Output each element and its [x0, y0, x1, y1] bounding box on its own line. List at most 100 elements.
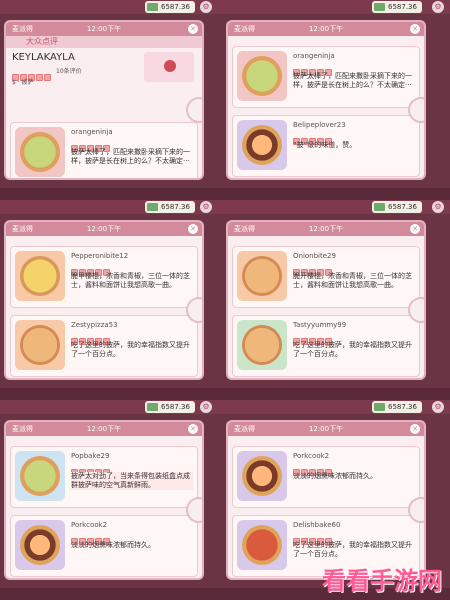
reviewer-name: Tastyyummy99 [293, 321, 347, 329]
top-status-bar: 6587.36 ⚙ 6587.36 ⚙ [0, 200, 450, 214]
reviewer-name: Pepperonibite12 [71, 252, 129, 260]
reviewer-name: Onionbite29 [293, 252, 336, 260]
review-text: 披萨太棒了，匹配来撒卧采摘下来的一样，披萨是长在树上的么？不太确定··· [71, 148, 190, 165]
settings-icon[interactable]: ⚙ [200, 201, 212, 213]
pizza-icon [20, 256, 60, 296]
pizza-thumbnail [15, 451, 65, 501]
reviewer-name: orangeninja [293, 52, 335, 60]
panel-header: 麦派得 12:00下午 ✕ [6, 222, 202, 236]
reviewer-name: orangeninja [71, 128, 113, 136]
pizza-thumbnail [237, 251, 287, 301]
money-display: 6587.36 [372, 401, 422, 413]
reviewer-name: Zestypizza53 [71, 321, 118, 329]
cash-icon [374, 403, 385, 411]
money-display: 6587.36 [372, 201, 422, 213]
review-text: 吃了这里的披萨，我的幸福指数又提升了一个百分点。 [293, 541, 412, 558]
review-card[interactable]: Porkcook2 淡淡的烟熏味浓郁而持久。 [10, 515, 198, 577]
settings-icon[interactable]: ⚙ [432, 201, 444, 213]
settings-icon[interactable]: ⚙ [200, 1, 212, 13]
reviewer-name: Popbake29 [71, 452, 110, 460]
review-text: 淡淡的烟熏味浓郁而持久。 [293, 472, 377, 480]
money-display: 6587.36 [372, 1, 422, 13]
review-text: 脆甲楼棍，浓香和青椒，三位一体的芝士，酱料和面饼让我想高歌一曲。 [71, 272, 190, 289]
pizza-icon [242, 125, 282, 165]
pizza-thumbnail [237, 451, 287, 501]
pizza-icon [242, 256, 282, 296]
business-name: KEYLAKAYLA [12, 52, 75, 63]
review-card[interactable]: orangeninja 披萨太棒了，匹配来撒卧采摘下来的一样，披萨是长在树上的么… [232, 46, 420, 108]
cash-icon [147, 403, 158, 411]
review-text: 披萨太棒了，匹配来撒卧采摘下来的一样，披萨是长在树上的么？不太确定··· [293, 72, 412, 89]
review-panel: 麦派得 12:00下午 ✕ Pepperonibite12 脆甲楼棍，浓香和青椒… [4, 220, 204, 380]
review-text: 淡淡的烟熏味浓郁而持久。 [71, 541, 155, 549]
pizza-thumbnail [237, 51, 287, 101]
review-card[interactable]: Tastyyummy99 吃了这里的披萨，我的幸福指数又提升了一个百分点。 [232, 315, 420, 377]
review-text: “披”级的味道，赞。 [293, 141, 357, 149]
money-display: 6587.36 [145, 201, 195, 213]
panel-header: 麦派得 12:00下午 ✕ [228, 22, 424, 36]
close-icon[interactable]: ✕ [410, 224, 420, 234]
review-panel: 麦派得 12:00下午 ✕ 大众点评 KEYLAKAYLA 10条评价 $ · … [4, 20, 204, 180]
map-pin-icon [164, 60, 176, 72]
cash-icon [374, 203, 385, 211]
screen-row-2: 6587.36 ⚙ 6587.36 ⚙ 麦派得 12:00下午 ✕ Pepper… [0, 200, 450, 388]
review-panel: 麦派得 12:00下午 ✕ Popbake29 披萨太对劲了，当来条得包装纸盒点… [4, 420, 204, 580]
pizza-thumbnail [15, 520, 65, 570]
watermark-text: 看看手游网 [322, 567, 442, 595]
settings-icon[interactable]: ⚙ [200, 401, 212, 413]
review-card[interactable]: Popbake29 披萨太对劲了，当来条得包装纸盒点成群披萨味的空气真新鲜雨。 [10, 446, 198, 508]
panel-header: 麦派得 12:00下午 ✕ [6, 22, 202, 36]
top-status-bar: 6587.36 ⚙ 6587.36 ⚙ [0, 0, 450, 14]
cash-icon [147, 3, 158, 11]
close-icon[interactable]: ✕ [188, 424, 198, 434]
pizza-icon [242, 525, 282, 565]
map-thumbnail[interactable] [144, 52, 194, 82]
close-icon[interactable]: ✕ [188, 224, 198, 234]
settings-icon[interactable]: ⚙ [432, 401, 444, 413]
pizza-thumbnail [237, 120, 287, 170]
pizza-icon [242, 325, 282, 365]
review-panel: 麦派得 12:00下午 ✕ Onionbite29 脆开楼棍，浓香和青椒，三位一… [226, 220, 426, 380]
review-card[interactable]: Onionbite29 脆开楼棍，浓香和青椒，三位一体的芝士，酱料和面饼让我想高… [232, 246, 420, 308]
review-card[interactable]: orangeninja 披萨太棒了，匹配来撒卧采摘下来的一样，披萨是长在树上的么… [10, 122, 198, 178]
pizza-thumbnail [237, 520, 287, 570]
review-card[interactable]: Zestypizza53 吃了这里的披萨，我的幸福指数又提升了一个百分点。 [10, 315, 198, 377]
reviewer-name: Belipeplover23 [293, 121, 346, 129]
top-status-bar: 6587.36 ⚙ 6587.36 ⚙ [0, 400, 450, 414]
settings-icon[interactable]: ⚙ [432, 1, 444, 13]
pizza-thumbnail [15, 127, 65, 177]
review-card[interactable]: Belipeplover23 “披”级的味道，赞。 [232, 115, 420, 177]
cash-icon [374, 3, 385, 11]
panel-header: 麦派得 12:00下午 ✕ [228, 222, 424, 236]
close-icon[interactable]: ✕ [410, 424, 420, 434]
reviewer-name: Delishbake60 [293, 521, 341, 529]
pizza-icon [242, 56, 282, 96]
pizza-icon [20, 132, 60, 172]
panel-header: 麦派得 12:00下午 ✕ [228, 422, 424, 436]
close-icon[interactable]: ✕ [188, 24, 198, 34]
screen-row-1: 6587.36 ⚙ 6587.36 ⚙ 麦派得 12:00下午 ✕ 大众点评 K… [0, 0, 450, 188]
pizza-icon [20, 456, 60, 496]
money-display: 6587.36 [145, 1, 195, 13]
review-text: 披萨太对劲了，当来条得包装纸盒点成群披萨味的空气真新鲜雨。 [71, 472, 193, 490]
pizza-thumbnail [237, 320, 287, 370]
review-text: 吃了这里的披萨，我的幸福指数又提升了一个百分点。 [71, 341, 190, 358]
section-title: 大众点评 [6, 36, 202, 48]
reviewer-name: Porkcook2 [71, 521, 108, 529]
review-count: 10条评价 [56, 68, 82, 75]
nav-button[interactable] [186, 97, 202, 123]
close-icon[interactable]: ✕ [410, 24, 420, 34]
price-category: $ · 披萨 [12, 79, 34, 86]
review-card[interactable]: Pepperonibite12 脆甲楼棍，浓香和青椒，三位一体的芝士，酱料和面饼… [10, 246, 198, 308]
pizza-thumbnail [15, 251, 65, 301]
review-panel: 麦派得 12:00下午 ✕ orangeninja 披萨太棒了，匹配来撒卧采摘下… [226, 20, 426, 180]
screen-row-3: 6587.36 ⚙ 6587.36 ⚙ 麦派得 12:00下午 ✕ Popbak… [0, 400, 450, 588]
money-display: 6587.36 [145, 401, 195, 413]
pizza-icon [242, 456, 282, 496]
review-text: 脆开楼棍，浓香和青椒，三位一体的芝士，酱料和面饼让我想高歌一曲。 [293, 272, 412, 289]
review-card[interactable]: Porkcook2 淡淡的烟熏味浓郁而持久。 [232, 446, 420, 508]
reviewer-name: Porkcook2 [293, 452, 330, 460]
review-panel: 麦派得 12:00下午 ✕ Porkcook2 淡淡的烟熏味浓郁而持久。 Del… [226, 420, 426, 580]
cash-icon [147, 203, 158, 211]
panel-header: 麦派得 12:00下午 ✕ [6, 422, 202, 436]
